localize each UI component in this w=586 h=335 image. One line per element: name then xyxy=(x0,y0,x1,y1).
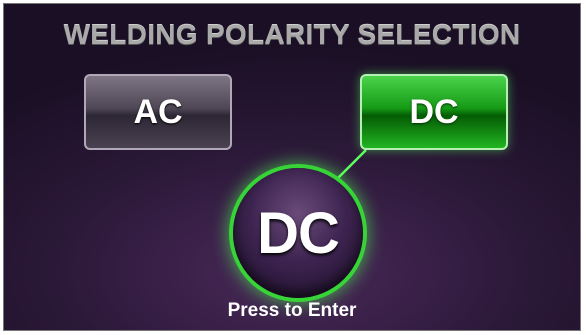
dc-polarity-button[interactable]: DC xyxy=(360,74,508,150)
knob-selected-label: DC xyxy=(257,200,340,266)
polarity-screen: WELDING POLARITY SELECTION AC DC DC Pres… xyxy=(4,4,580,330)
ac-polarity-button[interactable]: AC xyxy=(84,74,232,150)
screen-title: WELDING POLARITY SELECTION xyxy=(63,19,521,50)
press-to-enter-hint: Press to Enter xyxy=(227,300,357,321)
dc-polarity-label: DC xyxy=(409,92,459,131)
enter-knob-button[interactable]: DC xyxy=(233,168,363,298)
ac-polarity-label: AC xyxy=(133,92,183,131)
